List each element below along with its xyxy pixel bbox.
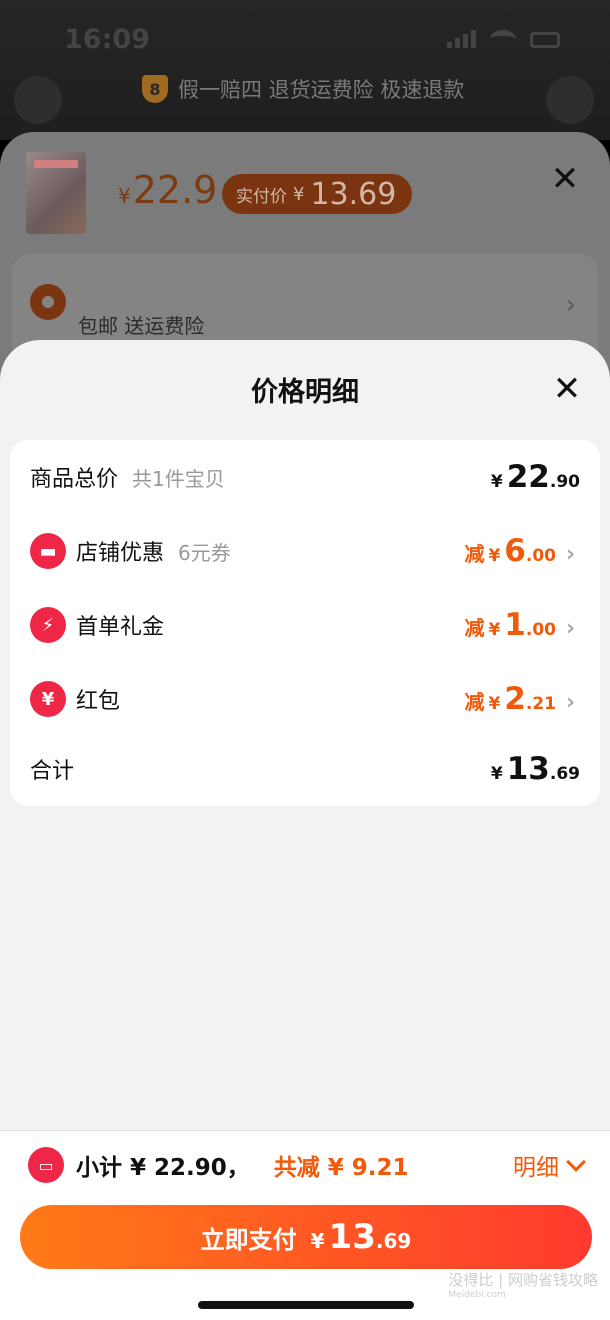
chevron-right-icon: › bbox=[566, 690, 576, 715]
chevron-right-icon: › bbox=[566, 616, 576, 641]
checkout-bar: ▭ 小计 ¥ 22.90， 共减 ¥ 9.21 明细 立即支付 ¥ 13 .69… bbox=[0, 1130, 610, 1320]
row-label: 首单礼金 bbox=[76, 615, 165, 640]
pay-amount: ¥ 13 .69 bbox=[310, 1217, 412, 1257]
chevron-right-icon: › bbox=[566, 542, 576, 567]
row-amount: ¥ 22 .90 bbox=[490, 459, 580, 495]
row-amount: ¥ 13 .69 bbox=[490, 751, 580, 787]
location-pin-icon bbox=[30, 284, 66, 320]
guarantee-text: 假一赔四 退货运费险 极速退款 bbox=[178, 78, 465, 102]
product-thumbnail[interactable] bbox=[26, 152, 86, 234]
row-total-price: 商品总价 共1件宝贝 ¥ 22 .90 bbox=[10, 440, 600, 514]
subtotal-row: ▭ 小计 ¥ 22.90， 共减 ¥ 9.21 明细 bbox=[28, 1145, 586, 1185]
product-price: ¥22.9 bbox=[118, 168, 218, 212]
row-amount: 减 ¥ 1 .00 › bbox=[464, 607, 580, 643]
status-time: 16:09 bbox=[64, 24, 150, 55]
close-icon[interactable]: ✕ bbox=[552, 372, 582, 406]
more-button[interactable] bbox=[546, 76, 594, 124]
paid-price-badge: 实付价 ¥ 13.69 bbox=[222, 174, 413, 214]
row-amount: 减 ¥ 2 .21 › bbox=[464, 681, 580, 717]
lightning-icon: ⚡ bbox=[30, 607, 66, 643]
status-icons bbox=[447, 30, 560, 48]
home-indicator[interactable] bbox=[198, 1301, 414, 1309]
battery-icon bbox=[530, 32, 560, 48]
row-amount: 减 ¥ 6 .00 › bbox=[464, 533, 580, 569]
wifi-icon bbox=[490, 30, 516, 48]
chevron-right-icon: › bbox=[565, 290, 576, 320]
shipping-text: 包邮 送运费险 bbox=[78, 314, 205, 338]
guarantee-banner: 8 假一赔四 退货运费险 极速退款 bbox=[142, 74, 464, 104]
sheet-title: 价格明细 bbox=[251, 377, 359, 408]
row-label: 合计 bbox=[30, 759, 75, 784]
row-label: 商品总价 bbox=[30, 467, 119, 492]
row-label: 红包 bbox=[76, 689, 121, 714]
red-packet-icon: ¥ bbox=[30, 681, 66, 717]
detail-toggle-label: 明细 bbox=[513, 1155, 559, 1181]
row-sub: 6元券 bbox=[178, 540, 231, 565]
price-detail-card: 商品总价 共1件宝贝 ¥ 22 .90 ▬ 店铺优惠 6元券 减 ¥ 6 .00… bbox=[10, 440, 600, 806]
detail-toggle-button[interactable]: 明细 bbox=[513, 1148, 586, 1182]
saving-text: 共减 ¥ 9.21 bbox=[273, 1155, 409, 1181]
close-icon[interactable]: ✕ bbox=[550, 162, 580, 196]
watermark-logo: 没得比 | 网购省钱攻略 Meidebi.com bbox=[448, 1271, 598, 1300]
row-first-order-gift[interactable]: ⚡ 首单礼金 减 ¥ 1 .00 › bbox=[10, 588, 600, 662]
row-sub: 共1件宝贝 bbox=[132, 466, 225, 491]
pay-now-button[interactable]: 立即支付 ¥ 13 .69 bbox=[20, 1205, 592, 1269]
row-label: 店铺优惠 bbox=[76, 541, 165, 566]
background-header bbox=[0, 0, 610, 140]
coupon-ticket-icon: ▭ bbox=[28, 1147, 64, 1183]
row-sum: 合计 ¥ 13 .69 bbox=[10, 732, 600, 806]
shield-icon: 8 bbox=[142, 75, 168, 103]
signal-icon bbox=[447, 30, 476, 48]
chevron-down-icon bbox=[566, 1152, 586, 1172]
row-red-packet[interactable]: ¥ 红包 减 ¥ 2 .21 › bbox=[10, 662, 600, 736]
back-button[interactable] bbox=[14, 76, 62, 124]
row-store-discount[interactable]: ▬ 店铺优惠 6元券 减 ¥ 6 .00 › bbox=[10, 514, 600, 588]
pay-label: 立即支付 bbox=[200, 1225, 297, 1254]
store-icon: ▬ bbox=[30, 533, 66, 569]
subtotal-text: 小计 ¥ 22.90， bbox=[76, 1155, 250, 1181]
